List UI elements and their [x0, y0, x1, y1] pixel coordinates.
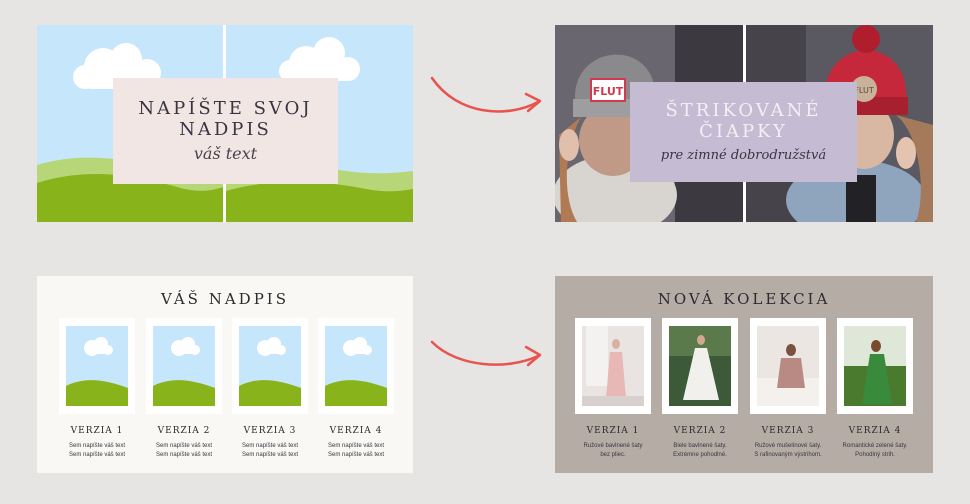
placeholder-image	[153, 326, 215, 406]
card-text: Biele bavlnené šaty. Extrémne pohodlné.	[673, 443, 727, 458]
template-preview-bottom: VÁŠ NADPIS VERZIA 1 Sem napíšte váš text…	[37, 276, 413, 473]
card-label: VERZIA 3	[761, 426, 815, 436]
placeholder-card-3	[232, 318, 308, 414]
panel-title: VÁŠ NADPIS	[161, 290, 289, 308]
landscape-icon	[239, 326, 301, 406]
template-preview-top: NAPÍŠTE SVOJ NADPIS váš text	[37, 25, 413, 222]
placeholder-image	[239, 326, 301, 406]
product-photo	[844, 326, 906, 406]
product-card-3	[750, 318, 826, 414]
arrow-icon	[430, 340, 542, 367]
card-title: ŠTRIKOVANÉ ČIAPKY	[665, 99, 822, 142]
card-label: VERZIA 2	[673, 426, 727, 436]
placeholder-image	[66, 326, 128, 406]
card-text: Sem napíšte váš text Sem napíšte váš tex…	[155, 443, 213, 458]
card-label: VERZIA 1	[70, 426, 124, 436]
card-text: Sem napíšte váš text Sem napíšte váš tex…	[241, 443, 299, 458]
hat-tag-left: FLUT	[593, 85, 624, 98]
landscape-icon	[325, 326, 387, 406]
placeholder-image	[325, 326, 387, 406]
placeholder-card-1	[59, 318, 135, 414]
card-text: Sem napíšte váš text Sem napíšte váš tex…	[327, 443, 385, 458]
hat-tag-right: FLUT	[854, 86, 874, 95]
finished-preview-top: FLUT FLUT ŠTRIKOVANÉ ČIAPKY pre zimné do…	[555, 25, 933, 222]
photo-muslin-dress	[757, 326, 819, 406]
card-text: Romantické zelené šaty. Pohodlný strih.	[842, 443, 908, 458]
finished-preview-bottom: NOVÁ KOLEKCIA VERZIA 1 Ružové bavlnené š…	[555, 276, 933, 473]
card-subtitle: pre zimné dobrodružstvá	[660, 148, 827, 164]
photo-white-dress	[669, 326, 731, 406]
card-label: VERZIA 2	[157, 426, 211, 436]
card-text: Ružové mušelínové šaty. S rafinovaným vý…	[754, 443, 822, 458]
landscape-icon	[66, 326, 128, 406]
card-label: VERZIA 3	[243, 426, 297, 436]
panel-title: NOVÁ KOLEKCIA	[657, 290, 831, 308]
product-photo	[582, 326, 644, 406]
card-label: VERZIA 4	[329, 426, 383, 436]
text-card: ŠTRIKOVANÉ ČIAPKY pre zimné dobrodružstv…	[630, 82, 857, 182]
product-card-2	[662, 318, 738, 414]
landscape-icon	[153, 326, 215, 406]
placeholder-card-4	[318, 318, 394, 414]
product-card-4	[837, 318, 913, 414]
card-subtitle: váš text	[193, 144, 258, 164]
card-title: NAPÍŠTE SVOJ NADPIS	[138, 97, 313, 140]
placeholder-card-2	[146, 318, 222, 414]
card-label: VERZIA 1	[586, 426, 640, 436]
product-photo	[669, 326, 731, 406]
photo-green-dress	[844, 326, 906, 406]
photo-pink-dress	[582, 326, 644, 406]
text-card: NAPÍŠTE SVOJ NADPIS váš text	[113, 78, 338, 184]
arrow-icon	[430, 76, 542, 113]
card-text: Sem napíšte váš text Sem napíšte váš tex…	[68, 443, 126, 458]
card-text: Ružové bavlnené šaty bez pliec.	[583, 443, 643, 458]
card-label: VERZIA 4	[848, 426, 902, 436]
product-photo	[757, 326, 819, 406]
product-card-1	[575, 318, 651, 414]
